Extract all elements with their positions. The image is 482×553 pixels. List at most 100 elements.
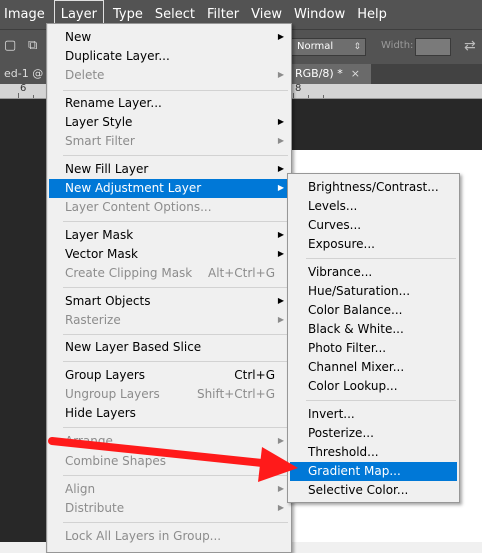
menu-item-label: Distribute — [65, 501, 125, 515]
menu-help[interactable]: Help — [351, 0, 393, 29]
menu-item-duplicate-layer[interactable]: Duplicate Layer... — [49, 47, 289, 66]
blend-mode-value: Normal — [297, 41, 334, 52]
menu-item-label: Combine Shapes — [65, 454, 166, 468]
menu-item-label: Levels... — [308, 199, 358, 213]
menu-item-label: Hue/Saturation... — [308, 284, 411, 298]
ruler-tick — [293, 93, 294, 98]
menu-item-lock-all-layers[interactable]: Lock All Layers in Group... — [49, 527, 289, 546]
menu-item-distribute[interactable]: Distribute ▶ — [49, 499, 289, 518]
menu-item-label: Posterize... — [308, 426, 374, 440]
menu-item-label: Delete — [65, 68, 105, 82]
menu-item-label: Curves... — [308, 218, 362, 232]
swap-icon[interactable]: ⇄ — [464, 38, 476, 54]
menu-item-hide-layers[interactable]: Hide Layers — [49, 404, 289, 423]
submenu-arrow-icon: ▶ — [277, 249, 284, 258]
menu-item-new-adjustment-layer[interactable]: New Adjustment Layer ▶ — [49, 179, 289, 198]
ruler-number: 6 — [20, 83, 27, 94]
width-label: Width: — [381, 40, 414, 51]
menu-item-label: Threshold... — [308, 445, 379, 459]
adj-item-curves[interactable]: Curves... — [290, 216, 457, 235]
menu-item-smart-objects[interactable]: Smart Objects ▶ — [49, 292, 289, 311]
submenu-arrow-icon: ▶ — [277, 32, 284, 41]
menu-item-align[interactable]: Align ▶ — [49, 480, 289, 499]
layer-menu: New ▶ Duplicate Layer... Delete ▶ Rename… — [46, 23, 292, 553]
menu-item-vector-mask[interactable]: Vector Mask ▶ — [49, 245, 289, 264]
menu-item-label: Align — [65, 482, 96, 496]
menu-item-new-fill-layer[interactable]: New Fill Layer ▶ — [49, 160, 289, 179]
tool-mode-icon[interactable]: ▢ — [4, 39, 18, 53]
menu-item-delete[interactable]: Delete ▶ — [49, 66, 289, 85]
adj-item-photo-filter[interactable]: Photo Filter... — [290, 339, 457, 358]
menu-separator — [63, 427, 288, 428]
menu-item-new[interactable]: New ▶ — [49, 28, 289, 47]
menu-item-layer-mask[interactable]: Layer Mask ▶ — [49, 226, 289, 245]
tool-combine-icon[interactable]: ⧉ — [28, 39, 42, 53]
menu-item-label: Invert... — [308, 407, 355, 421]
menu-item-rasterize[interactable]: Rasterize ▶ — [49, 311, 289, 330]
menu-item-label: Smart Objects — [65, 294, 151, 308]
menu-item-smart-filter[interactable]: Smart Filter ▶ — [49, 132, 289, 151]
menu-item-label: Brightness/Contrast... — [308, 180, 439, 194]
menu-item-rename-layer[interactable]: Rename Layer... — [49, 94, 289, 113]
menu-item-label: Layer Mask — [65, 228, 134, 242]
menu-item-new-layer-based-slice[interactable]: New Layer Based Slice — [49, 338, 289, 357]
adj-item-posterize[interactable]: Posterize... — [290, 424, 457, 443]
menu-window[interactable]: Window — [288, 0, 351, 29]
menu-item-shortcut: Shift+Ctrl+G — [196, 387, 275, 401]
submenu-arrow-icon: ▶ — [277, 503, 284, 512]
menu-item-label: Rename Layer... — [65, 96, 162, 110]
menu-item-label: Lock All Layers in Group... — [65, 529, 222, 543]
menu-item-ungroup-layers[interactable]: Ungroup Layers Shift+Ctrl+G — [49, 385, 289, 404]
menu-item-label: New — [65, 30, 92, 44]
menu-item-label: New Fill Layer — [65, 162, 149, 176]
adj-item-vibrance[interactable]: Vibrance... — [290, 263, 457, 282]
adj-item-channel-mixer[interactable]: Channel Mixer... — [290, 358, 457, 377]
document-tab-2-label: RGB/8) * — [295, 67, 343, 80]
adj-item-brightness-contrast[interactable]: Brightness/Contrast... — [290, 178, 457, 197]
adj-item-gradient-map[interactable]: Gradient Map... — [290, 462, 457, 481]
adj-item-hue-saturation[interactable]: Hue/Saturation... — [290, 282, 457, 301]
submenu-arrow-icon: ▶ — [277, 183, 284, 192]
menu-item-group-layers[interactable]: Group Layers Ctrl+G — [49, 366, 289, 385]
menu-item-label: Arrange — [65, 434, 113, 448]
submenu-arrow-icon: ▶ — [277, 436, 284, 445]
adj-item-color-balance[interactable]: Color Balance... — [290, 301, 457, 320]
menu-item-arrange[interactable]: Arrange ▶ — [49, 432, 289, 451]
menu-item-create-clipping-mask[interactable]: Create Clipping Mask Alt+Ctrl+G — [49, 264, 289, 283]
width-field[interactable] — [415, 38, 451, 56]
menu-item-shortcut: Alt+Ctrl+G — [207, 266, 275, 280]
menu-item-label: Photo Filter... — [308, 341, 387, 355]
menu-item-label: Layer Style — [65, 115, 133, 129]
adj-item-exposure[interactable]: Exposure... — [290, 235, 457, 254]
adj-item-threshold[interactable]: Threshold... — [290, 443, 457, 462]
menu-item-layer-style[interactable]: Layer Style ▶ — [49, 113, 289, 132]
menu-item-label: Group Layers — [65, 368, 146, 382]
menu-separator — [63, 522, 288, 523]
adj-item-levels[interactable]: Levels... — [290, 197, 457, 216]
close-tab-icon[interactable]: × — [351, 67, 360, 80]
menu-item-layer-content-options[interactable]: Layer Content Options... — [49, 198, 289, 217]
menu-item-combine-shapes[interactable]: Combine Shapes ▶ — [49, 452, 289, 471]
submenu-arrow-icon: ▶ — [277, 164, 284, 173]
menu-image[interactable]: Image — [0, 0, 51, 29]
new-adjustment-layer-submenu: Brightness/Contrast... Levels... Curves.… — [287, 173, 460, 503]
menu-item-label: Exposure... — [308, 237, 375, 251]
submenu-arrow-icon: ▶ — [277, 315, 284, 324]
adj-item-selective-color[interactable]: Selective Color... — [290, 481, 457, 500]
submenu-arrow-icon: ▶ — [277, 230, 284, 239]
ruler-tick — [308, 95, 309, 98]
menu-item-label: Ungroup Layers — [65, 387, 160, 401]
menu-item-label: Duplicate Layer... — [65, 49, 170, 63]
adj-item-black-white[interactable]: Black & White... — [290, 320, 457, 339]
menu-item-label: Selective Color... — [308, 483, 409, 497]
submenu-arrow-icon: ▶ — [277, 70, 284, 79]
document-tab-2[interactable]: RGB/8) * × — [291, 64, 371, 84]
menu-item-label: Black & White... — [308, 322, 404, 336]
adj-item-invert[interactable]: Invert... — [290, 405, 457, 424]
menu-item-label: Gradient Map... — [308, 464, 401, 478]
blend-mode-select[interactable]: Normal ⇕ — [290, 38, 366, 56]
menu-item-label: Channel Mixer... — [308, 360, 405, 374]
menu-item-shortcut: Ctrl+G — [234, 368, 275, 382]
adj-item-color-lookup[interactable]: Color Lookup... — [290, 377, 457, 396]
menu-item-label: Vector Mask — [65, 247, 138, 261]
